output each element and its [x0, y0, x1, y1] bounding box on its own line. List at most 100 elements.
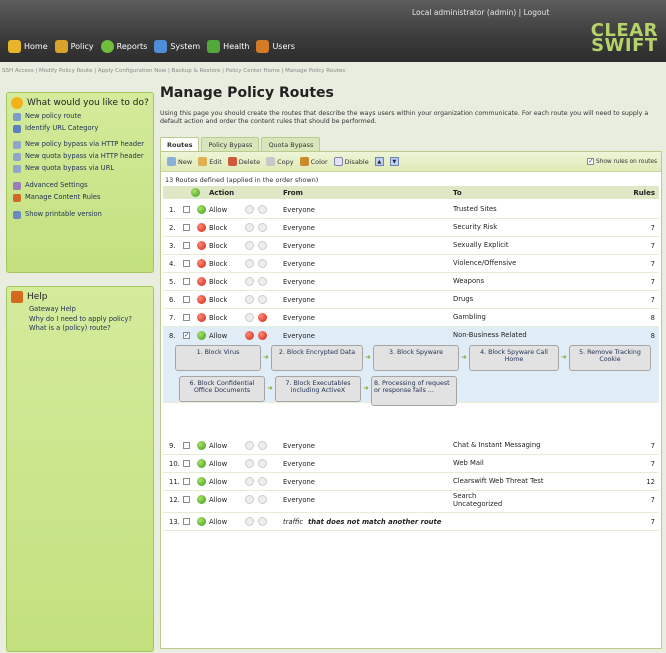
copy-button[interactable]: Copy: [266, 157, 294, 166]
rule-box[interactable]: 3. Block Spyware: [373, 345, 459, 371]
sidebar-item-quota-bypass-url[interactable]: New quota bypass via URL: [7, 163, 153, 175]
edit-button[interactable]: Edit: [198, 157, 222, 166]
rule-box[interactable]: 1. Block Virus: [175, 345, 261, 371]
help-gateway[interactable]: Gateway Help: [7, 305, 153, 315]
nav-policy[interactable]: Policy: [54, 40, 94, 53]
route-to[interactable]: Gambling: [453, 313, 486, 322]
nav-home[interactable]: Home: [8, 40, 48, 53]
sidebar-item-advanced-settings[interactable]: Advanced Settings: [7, 180, 153, 192]
row-checkbox[interactable]: [183, 278, 190, 285]
new-button[interactable]: New: [167, 157, 192, 166]
route-to[interactable]: Violence/Offensive: [453, 259, 516, 268]
table-row[interactable]: 11. Allow Everyone Clearswift Web Threat…: [163, 473, 659, 491]
color-button[interactable]: Color: [299, 157, 328, 166]
sidebar-item-policy-bypass-http[interactable]: New policy bypass via HTTP header: [7, 139, 153, 151]
row-checkbox[interactable]: [183, 314, 190, 321]
row-checkbox[interactable]: [183, 260, 190, 267]
row-checkbox[interactable]: [183, 442, 190, 449]
row-checkbox[interactable]: [183, 331, 190, 339]
rule-box[interactable]: 8. Processing of request or response fai…: [371, 376, 457, 406]
route-from[interactable]: Everyone: [283, 206, 315, 214]
nav-system[interactable]: System: [154, 40, 200, 53]
copy-icon: [266, 157, 276, 166]
nav-health[interactable]: Health: [207, 40, 249, 53]
nav-users[interactable]: Users: [256, 40, 295, 53]
route-from[interactable]: Everyone: [283, 260, 315, 268]
table-row[interactable]: 13. Allow traffic that does not match an…: [163, 513, 659, 531]
row-checkbox[interactable]: [183, 460, 190, 467]
sidebar-item-printable[interactable]: Show printable version: [7, 209, 153, 221]
route-to[interactable]: Chat & Instant Messaging: [453, 441, 540, 450]
route-from[interactable]: Everyone: [283, 332, 315, 340]
table-row[interactable]: 2. Block Everyone Security Risk 7: [163, 219, 659, 237]
user-icon: [258, 517, 267, 526]
move-up-icon[interactable]: ▲: [374, 157, 384, 166]
user-group-icon: [258, 313, 267, 322]
row-checkbox[interactable]: [183, 296, 190, 303]
route-to[interactable]: Drugs: [453, 295, 473, 304]
route-from[interactable]: Everyone: [283, 442, 315, 450]
row-checkbox[interactable]: [183, 496, 190, 503]
tab-quota-bypass[interactable]: Quota Bypass: [261, 137, 321, 152]
route-from[interactable]: Everyone: [283, 278, 315, 286]
sidebar-item-new-policy-route[interactable]: New policy route: [7, 111, 153, 123]
route-to[interactable]: that does not match another route: [308, 518, 441, 526]
route-from[interactable]: Everyone: [283, 296, 315, 304]
row-checkbox[interactable]: [183, 518, 190, 525]
route-to[interactable]: Clearswift Web Threat Test: [453, 477, 544, 486]
rule-box[interactable]: 6. Block Confidential Office Documents: [179, 376, 265, 402]
show-rules-checkbox[interactable]: [587, 157, 595, 165]
user-status[interactable]: Local administrator (admin) | Logout: [412, 8, 549, 17]
health-icon: [207, 40, 221, 53]
row-checkbox[interactable]: [183, 242, 190, 249]
route-to[interactable]: Security Risk: [453, 223, 497, 232]
route-from[interactable]: Everyone: [283, 224, 315, 232]
breadcrumb[interactable]: SSH Access | Modify Policy Route | Apply…: [2, 68, 345, 74]
route-to[interactable]: Non-Business Related: [453, 331, 527, 340]
route-to[interactable]: Web Mail: [453, 459, 484, 468]
route-from[interactable]: Everyone: [283, 496, 315, 504]
route-to[interactable]: Sexually Explicit: [453, 241, 509, 250]
rule-box[interactable]: 2. Block Encrypted Data: [271, 345, 363, 371]
route-from[interactable]: Everyone: [283, 460, 315, 468]
help-why-apply[interactable]: Why do I need to apply policy?: [7, 315, 153, 325]
show-rules-toggle[interactable]: Show rules on routes: [587, 157, 657, 165]
route-icon: [13, 113, 21, 121]
tab-routes[interactable]: Routes: [160, 137, 200, 152]
rule-box[interactable]: 7. Block Executables including ActiveX: [275, 376, 361, 402]
sidebar-item-quota-bypass-http[interactable]: New quota bypass via HTTP header: [7, 151, 153, 163]
table-row[interactable]: 3. Block Everyone Sexually Explicit 7: [163, 237, 659, 255]
table-row[interactable]: 9. Allow Everyone Chat & Instant Messagi…: [163, 437, 659, 455]
table-row[interactable]: 7. Block Everyone Gambling 8: [163, 309, 659, 327]
rule-box[interactable]: 5. Remove Tracking Cookie: [569, 345, 651, 371]
row-checkbox[interactable]: [183, 224, 190, 231]
sidebar-item-manage-content-rules[interactable]: Manage Content Rules: [7, 192, 153, 204]
delete-button[interactable]: Delete: [227, 157, 260, 166]
table-row[interactable]: 6. Block Everyone Drugs 7: [163, 291, 659, 309]
table-row[interactable]: 10. Allow Everyone Web Mail 7: [163, 455, 659, 473]
route-to[interactable]: Trusted Sites: [453, 205, 497, 214]
edit-label: Edit: [209, 157, 222, 166]
row-checkbox[interactable]: [183, 206, 190, 213]
nav-reports[interactable]: Reports: [100, 40, 147, 53]
arrow-icon: ➜: [267, 384, 273, 392]
disable-button[interactable]: Disable: [333, 157, 369, 166]
table-row[interactable]: 1. Allow Everyone Trusted Sites: [163, 201, 659, 219]
table-row[interactable]: 5. Block Everyone Weapons 7: [163, 273, 659, 291]
route-from[interactable]: Everyone: [283, 314, 315, 322]
route-to[interactable]: Search Uncategorized: [453, 492, 502, 508]
rule-box[interactable]: 4. Block Spyware Call Home: [469, 345, 559, 371]
route-from[interactable]: traffic: [283, 518, 303, 526]
route-from[interactable]: Everyone: [283, 242, 315, 250]
user-icon: [258, 259, 267, 268]
sidebar-item-identify-url[interactable]: Identify URL Category: [7, 123, 153, 135]
move-down-icon[interactable]: ▼: [389, 157, 399, 166]
route-from[interactable]: Everyone: [283, 478, 315, 486]
user-group-icon: [258, 331, 267, 340]
table-row[interactable]: 4. Block Everyone Violence/Offensive 7: [163, 255, 659, 273]
row-checkbox[interactable]: [183, 478, 190, 485]
table-row[interactable]: 12. Allow Everyone Search Uncategorized …: [163, 491, 659, 513]
help-what-is-route[interactable]: What is a (policy) route?: [7, 324, 153, 334]
route-to[interactable]: Weapons: [453, 277, 484, 286]
tab-policy-bypass[interactable]: Policy Bypass: [201, 137, 260, 152]
